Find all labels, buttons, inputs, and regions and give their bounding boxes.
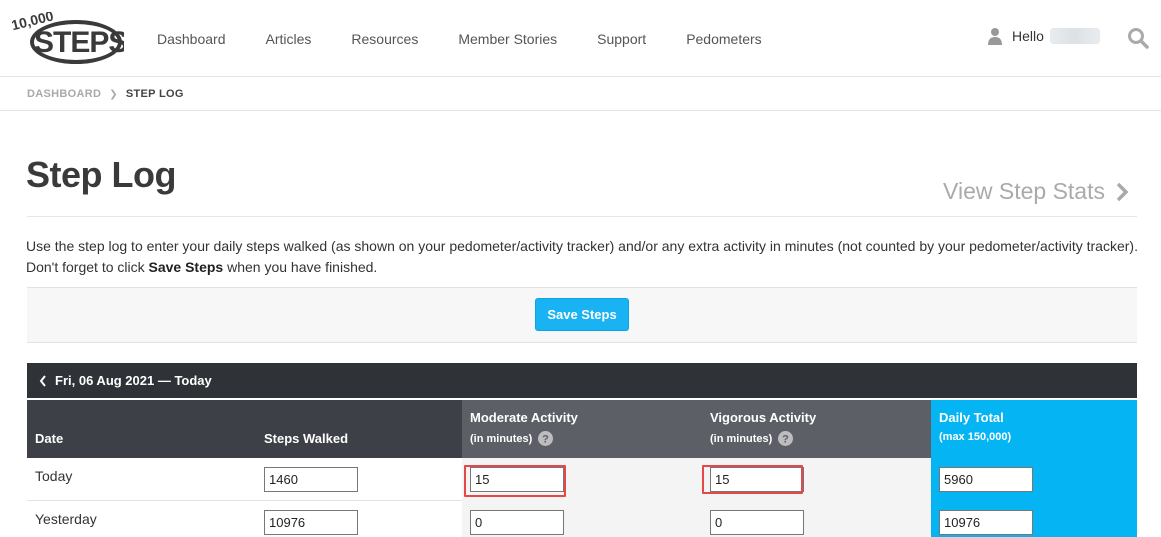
nav-member-stories[interactable]: Member Stories — [458, 31, 557, 47]
total-input — [939, 467, 1033, 492]
intro-text-bold: Save Steps — [148, 259, 224, 275]
svg-text:?: ? — [782, 434, 789, 446]
current-date-label: Fri, 06 Aug 2021 — Today — [55, 373, 212, 388]
help-icon[interactable]: ? — [778, 431, 794, 446]
moderate-cell — [462, 458, 702, 501]
vigorous-input[interactable] — [710, 510, 804, 535]
moderate-input[interactable] — [470, 510, 564, 535]
intro-text: Use the step log to enter your daily ste… — [26, 236, 1138, 278]
svg-text:?: ? — [542, 434, 549, 446]
steps-input[interactable] — [264, 510, 358, 535]
top-navigation-bar: STEPS 10,000 Dashboard Articles Resource… — [0, 0, 1161, 77]
header-steps-label: Steps Walked — [264, 431, 349, 446]
header-vigorous-sub: (in minutes) — [710, 432, 773, 445]
table-row: Yesterday — [27, 501, 1137, 537]
row-date: Today — [35, 468, 73, 484]
steps-cell — [256, 458, 462, 501]
save-steps-button[interactable]: Save Steps — [535, 298, 629, 331]
user-icon — [988, 28, 1002, 45]
header-date-label: Date — [35, 431, 64, 446]
header-moderate-sub: (in minutes) — [470, 432, 533, 445]
total-input — [939, 510, 1033, 535]
header-total-label: Daily Total — [939, 410, 1004, 425]
chevron-right-icon — [1116, 182, 1129, 201]
nav-resources[interactable]: Resources — [351, 31, 418, 47]
date-navigation-bar: Fri, 06 Aug 2021 — Today — [27, 363, 1137, 398]
help-icon[interactable]: ? — [538, 431, 554, 446]
intro-text-part2: when you have finished. — [223, 259, 378, 275]
view-step-stats-label: View Step Stats — [943, 178, 1105, 204]
header-vigorous-label: Vigorous Activity — [710, 410, 817, 425]
svg-text:STEPS: STEPS — [34, 26, 124, 59]
breadcrumb: DASHBOARD ❯ STEP LOG — [0, 78, 1161, 111]
vigorous-cell — [702, 458, 931, 501]
header-vigorous: Vigorous Activity (in minutes) ? — [702, 400, 931, 458]
nav-dashboard[interactable]: Dashboard — [157, 31, 226, 47]
logo[interactable]: STEPS 10,000 — [12, 12, 124, 68]
vigorous-input[interactable] — [710, 467, 804, 492]
header-moderate: Moderate Activity (in minutes) ? — [462, 400, 702, 458]
header-moderate-sub-wrap: (in minutes) ? — [470, 431, 554, 446]
moderate-cell — [462, 501, 702, 537]
table-row: Today — [27, 458, 1137, 501]
steps-cell — [256, 501, 462, 537]
breadcrumb-dashboard[interactable]: DASHBOARD — [27, 88, 101, 100]
user-name-redacted — [1049, 28, 1100, 44]
header-steps: Steps Walked — [256, 400, 462, 458]
page-title: Step Log — [26, 154, 176, 195]
table-header: Date Steps Walked Moderate Activity (in … — [27, 400, 1137, 458]
save-panel: Save Steps — [27, 287, 1137, 343]
vigorous-cell — [702, 501, 931, 537]
main-nav: Dashboard Articles Resources Member Stor… — [137, 0, 782, 77]
header-moderate-label: Moderate Activity — [470, 410, 578, 425]
nav-articles[interactable]: Articles — [266, 31, 312, 47]
moderate-input[interactable] — [470, 467, 564, 492]
search-icon[interactable] — [1127, 27, 1149, 49]
user-menu[interactable]: Hello — [988, 27, 1100, 45]
chevron-left-icon[interactable] — [39, 374, 47, 387]
breadcrumb-current: STEP LOG — [125, 88, 184, 100]
total-cell — [931, 458, 1137, 501]
nav-support[interactable]: Support — [597, 31, 646, 47]
chevron-right-icon: ❯ — [109, 88, 118, 100]
header-total: Daily Total (max 150,000) — [931, 400, 1137, 458]
header-vigorous-sub-wrap: (in minutes) ? — [710, 431, 794, 446]
nav-pedometers[interactable]: Pedometers — [686, 31, 761, 47]
total-cell — [931, 501, 1137, 537]
header-total-sub: (max 150,000) — [939, 431, 1012, 443]
header-date: Date — [27, 400, 256, 458]
greeting: Hello — [1012, 28, 1044, 44]
view-step-stats-link[interactable]: View Step Stats — [943, 178, 1129, 205]
row-date: Yesterday — [35, 511, 97, 527]
divider — [27, 216, 1137, 217]
steps-input[interactable] — [264, 467, 358, 492]
